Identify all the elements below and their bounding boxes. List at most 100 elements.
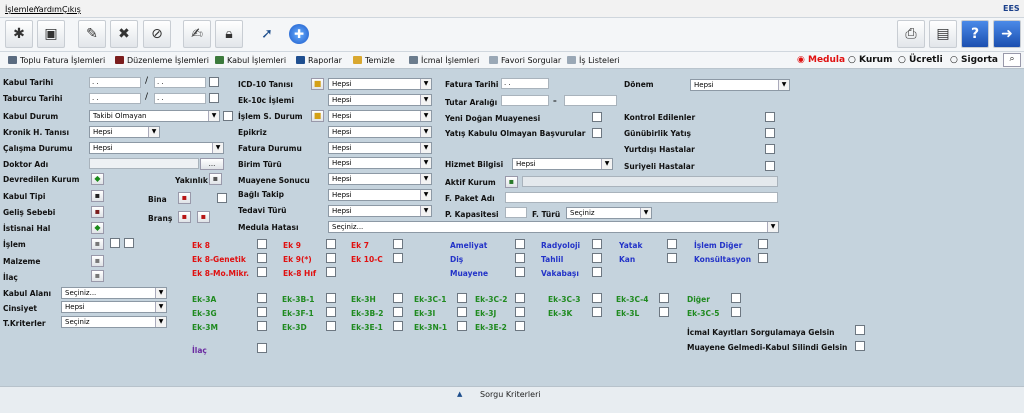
calisma-select[interactable]: Hepsi ▼ [89, 142, 224, 154]
edit-icon[interactable]: ✎ [78, 20, 106, 48]
gelis-picker-icon[interactable]: ▪ [91, 206, 104, 218]
ek3-checkbox[interactable] [393, 307, 403, 317]
gunubirlik-checkbox[interactable] [765, 128, 775, 138]
islem-checkbox-2[interactable] [124, 238, 134, 248]
redirect-arrow-icon[interactable]: ➚ [253, 20, 281, 48]
lock-document-icon[interactable]: 🔒︎ [215, 20, 243, 48]
donem-select[interactable]: Hepsi ▼ [690, 79, 790, 91]
kabul-alani-select[interactable]: Seçiniz... ▼ [61, 287, 167, 299]
ek3-checkbox[interactable] [457, 293, 467, 303]
favori-sorgular-button[interactable]: Favori Sorgular [489, 56, 561, 65]
hizmet-checkbox[interactable] [758, 253, 768, 263]
ek-checkbox[interactable] [393, 253, 403, 263]
printer-icon[interactable]: ⎙ [897, 20, 925, 48]
birim-select[interactable]: Hepsi ▼ [328, 157, 432, 169]
ilac-picker-icon[interactable]: ▪ [91, 270, 104, 282]
ek3-checkbox[interactable] [326, 307, 336, 317]
ek-checkbox[interactable] [257, 267, 267, 277]
taburcu-tarihi-end[interactable]: . . [154, 93, 206, 104]
icmal-kayitlari-checkbox[interactable] [855, 325, 865, 335]
ek-checkbox[interactable] [257, 239, 267, 249]
hizmet-checkbox[interactable] [592, 253, 602, 263]
ek3-checkbox[interactable] [515, 293, 525, 303]
fturu-select[interactable]: Seçiniz ▼ [566, 207, 652, 219]
kabul-tarihi-checkbox[interactable] [209, 77, 219, 87]
hizmet-checkbox[interactable] [667, 253, 677, 263]
menu-cikis[interactable]: Çıkış [62, 5, 81, 14]
islem-picker-icon[interactable]: ▪ [91, 238, 104, 250]
radio-ucretli[interactable]: ○ Ücretli [898, 55, 943, 65]
ek3-checkbox[interactable] [257, 321, 267, 331]
fatura-tarihi-input[interactable]: . . [501, 78, 549, 89]
ek3-checkbox[interactable] [257, 293, 267, 303]
toplu-fatura-button[interactable]: Toplu Fatura İşlemleri [8, 56, 105, 65]
ek3-checkbox[interactable] [393, 321, 403, 331]
aktif-kurum-picker-icon[interactable]: ▪ [505, 176, 518, 188]
ek-checkbox[interactable] [257, 253, 267, 263]
ek3-checkbox[interactable] [592, 293, 602, 303]
ek3-checkbox[interactable] [592, 307, 602, 317]
ek3-checkbox[interactable] [457, 321, 467, 331]
ek-checkbox[interactable] [326, 239, 336, 249]
sorgu-kriterleri-toggle[interactable]: Sorgu Kriterleri [480, 390, 541, 399]
taburcu-tarihi-checkbox[interactable] [209, 93, 219, 103]
kabul-tarihi-start[interactable]: . . [89, 77, 141, 88]
kronik-select[interactable]: Hepsi ▼ [89, 126, 160, 138]
yatis-checkbox[interactable] [592, 128, 602, 138]
hizmet-checkbox[interactable] [758, 239, 768, 249]
devredilen-add-icon[interactable]: ◆ [91, 173, 104, 185]
medula-hatasi-select[interactable]: Seçiniz... ▼ [328, 221, 779, 233]
document-edit-icon[interactable]: ✍ [183, 20, 211, 48]
brans-picker-icon[interactable]: ▪ [178, 211, 191, 223]
taburcu-tarihi-start[interactable]: . . [89, 93, 141, 104]
ek-checkbox[interactable] [326, 253, 336, 263]
radio-medula[interactable]: ◉ Medula [797, 55, 845, 65]
doktor-browse-button[interactable]: ... [200, 158, 224, 170]
report-icon[interactable]: ▤ [929, 20, 957, 48]
suriyeli-checkbox[interactable] [765, 161, 775, 171]
hizmet-checkbox[interactable] [515, 239, 525, 249]
ek-checkbox[interactable] [393, 239, 403, 249]
tutar-max-input[interactable] [564, 95, 617, 106]
fpaket-input[interactable] [505, 192, 778, 203]
ek10c-select[interactable]: Hepsi ▼ [328, 94, 432, 106]
navigate-globe-icon[interactable]: ✚ [285, 20, 313, 48]
islem-checkbox-1[interactable] [110, 238, 120, 248]
epikriz-select[interactable]: Hepsi ▼ [328, 126, 432, 138]
malzeme-picker-icon[interactable]: ▪ [91, 255, 104, 267]
is-listeleri-button[interactable]: İş Listeleri [567, 56, 620, 65]
ek3-checkbox[interactable] [515, 307, 525, 317]
fatura-d-select[interactable]: Hepsi ▼ [328, 142, 432, 154]
hizmet-select[interactable]: Hepsi ▼ [512, 158, 613, 170]
doktor-input[interactable] [89, 158, 199, 169]
cancel-icon[interactable]: ⊘ [143, 20, 171, 48]
kontrol-checkbox[interactable] [765, 112, 775, 122]
muayene-gelmedi-checkbox[interactable] [855, 341, 865, 351]
save-icon[interactable]: ▣ [37, 20, 65, 48]
ek3-checkbox[interactable] [257, 307, 267, 317]
radio-sigorta[interactable]: ○ Sigorta [950, 55, 998, 65]
menu-yardim[interactable]: Yardım [35, 5, 62, 14]
delete-icon[interactable]: ✖ [110, 20, 138, 48]
tkriter-select[interactable]: Seçiniz ▼ [61, 316, 167, 328]
menu-islemler[interactable]: İşlemler [5, 5, 37, 14]
kabul-tarihi-end[interactable]: . . [154, 77, 206, 88]
istisnai-add-icon[interactable]: ◆ [91, 222, 104, 234]
hizmet-checkbox[interactable] [667, 239, 677, 249]
icmal-button[interactable]: İcmal İşlemleri [409, 56, 479, 65]
bina-checkbox[interactable] [217, 193, 227, 203]
kabul-durum-select[interactable]: Takibi Olmayan ▼ [89, 110, 220, 122]
kabul-islemleri-button[interactable]: Kabul İşlemleri [215, 56, 286, 65]
ek3-checkbox[interactable] [457, 307, 467, 317]
cinsiyet-select[interactable]: Hepsi ▼ [61, 301, 167, 313]
new-icon[interactable]: ✱ [5, 20, 33, 48]
help-icon[interactable]: ? [961, 20, 989, 48]
pkap-input[interactable] [505, 207, 527, 218]
raporlar-button[interactable]: Raporlar [296, 56, 342, 65]
temizle-button[interactable]: Temizle [353, 56, 395, 65]
kabul-durum-checkbox[interactable] [223, 111, 233, 121]
islem-s-folder-icon[interactable]: ■ [311, 110, 324, 122]
yurtdisi-checkbox[interactable] [765, 144, 775, 154]
yeni-dogan-checkbox[interactable] [592, 112, 602, 122]
ilac-purple-checkbox[interactable] [257, 343, 267, 353]
